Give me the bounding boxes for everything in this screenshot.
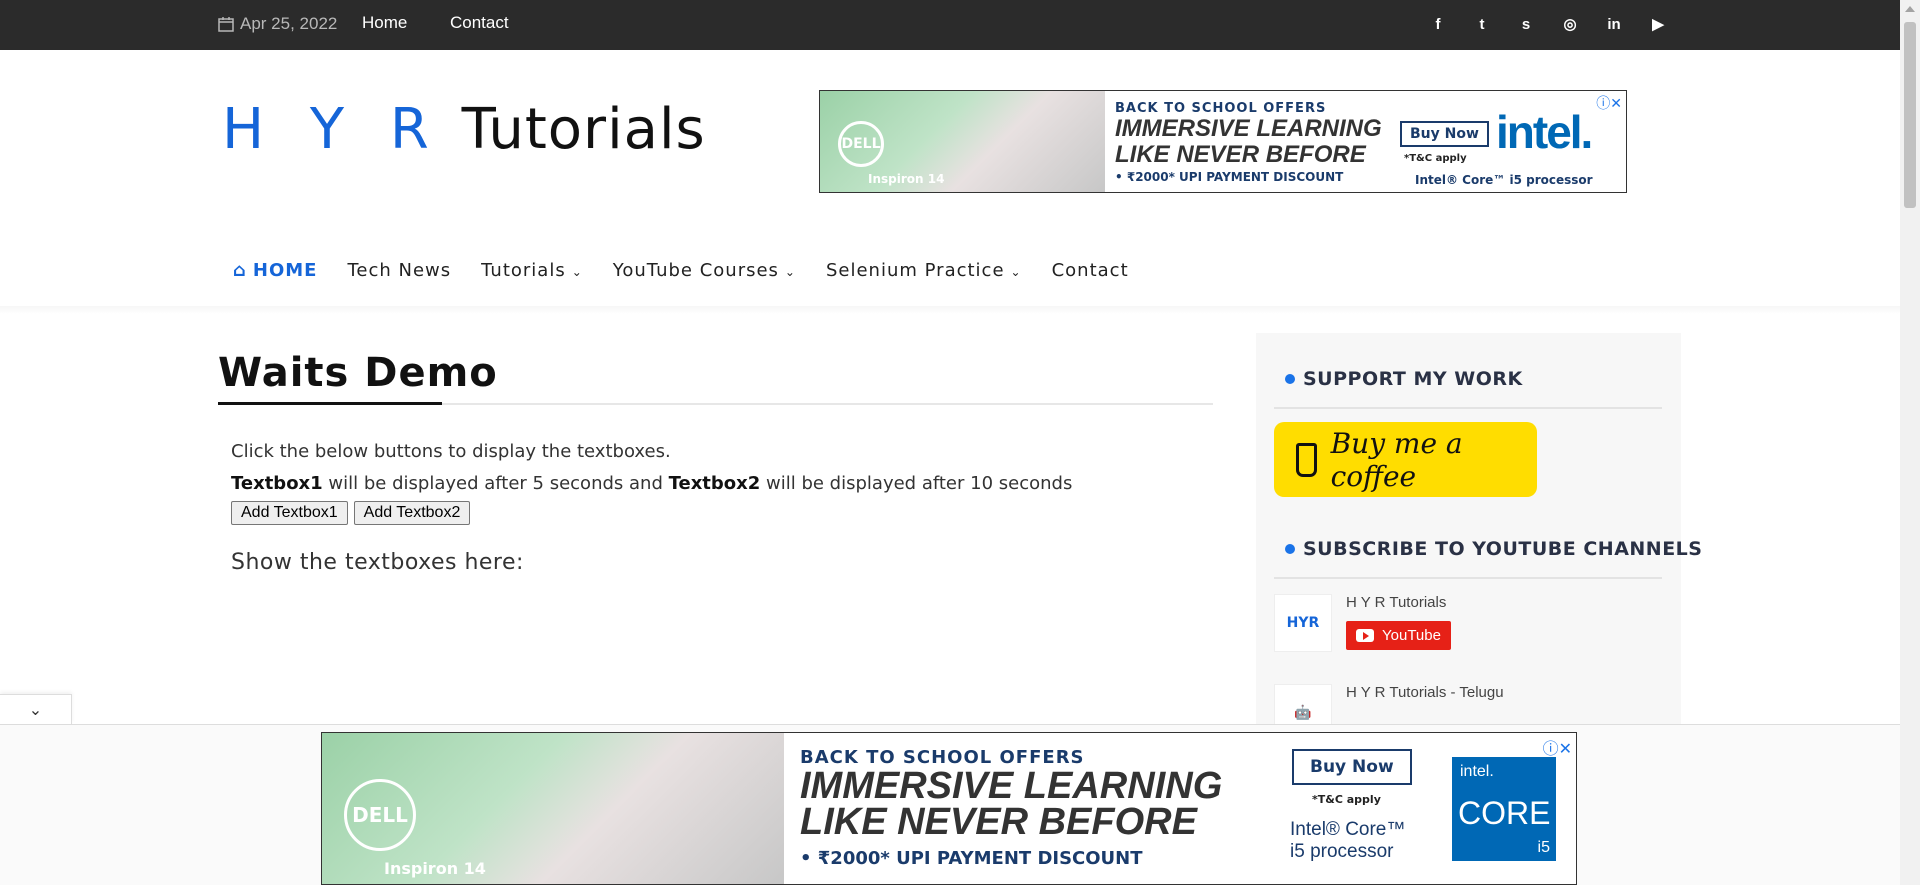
calendar-icon: [218, 17, 234, 32]
youtube-play-icon: [1356, 629, 1374, 642]
facebook-icon[interactable]: f: [1428, 14, 1448, 34]
buy-me-coffee-button[interactable]: Buy me a coffee: [1274, 422, 1537, 497]
ad-discount: • ₹2000* UPI PAYMENT DISCOUNT: [800, 848, 1143, 869]
top-link-home[interactable]: Home: [362, 13, 407, 33]
nav-youtube-courses[interactable]: YouTube Courses ⌄: [613, 260, 796, 281]
linkedin-icon[interactable]: in: [1604, 14, 1624, 34]
ad-headline-2: LIKE NEVER BEFORE: [800, 801, 1197, 843]
intel-core-logo: intel. CORE i5: [1452, 757, 1556, 861]
logo-tutorials: Tutorials: [461, 97, 706, 162]
channel-name[interactable]: H Y R Tutorials: [1346, 594, 1451, 611]
intel-logo: intel.: [1496, 106, 1593, 158]
ad-close-icon[interactable]: ⓘ✕: [1596, 93, 1622, 113]
top-bar: Apr 25, 2022 Home Contact f t s ◎ in ▶: [0, 0, 1900, 50]
scroll-up-arrow[interactable]: [1905, 6, 1915, 12]
ad-product-image: DELL Inspiron 14: [322, 733, 784, 884]
instructions: Click the below buttons to display the t…: [231, 436, 1072, 500]
home-icon: ⌂: [233, 260, 247, 281]
intro-text: Click the below buttons to display the t…: [231, 441, 671, 462]
twitter-icon[interactable]: t: [1472, 14, 1492, 34]
top-link-contact[interactable]: Contact: [450, 13, 509, 33]
chevron-down-icon: ⌄: [28, 700, 43, 719]
ad-buy-now-button[interactable]: Buy Now: [1400, 121, 1489, 147]
subscribe-heading: SUBSCRIBE TO YOUTUBE CHANNELS: [1285, 538, 1702, 560]
site-logo[interactable]: H Y R Tutorials: [222, 98, 706, 162]
nav-tech-news[interactable]: Tech News: [347, 260, 451, 281]
textbox-area-label: Show the textboxes here:: [231, 550, 524, 575]
add-textbox1-button[interactable]: Add Textbox1: [231, 501, 348, 525]
ad-processor: Intel® Core™ i5 processor: [1415, 173, 1593, 187]
social-links: f t s ◎ in ▶: [1428, 14, 1668, 34]
scrollbar[interactable]: [1900, 0, 1920, 885]
ad-product-caption: Inspiron 14: [384, 859, 486, 878]
add-textbox2-button[interactable]: Add Textbox2: [353, 501, 471, 525]
timing-text: Textbox1 will be displayed after 5 secon…: [231, 473, 1073, 494]
ad-processor: Intel® Core™ i5 processor: [1290, 819, 1406, 862]
ad-close-icon[interactable]: ⓘ✕: [1543, 735, 1572, 759]
page-title: Waits Demo: [218, 350, 498, 396]
channel-row: HYR H Y R Tutorials YouTube: [1274, 594, 1451, 652]
collapse-ad-button[interactable]: ⌄: [0, 694, 72, 724]
header-divider: [0, 306, 1900, 314]
button-group: Add Textbox1 Add Textbox2: [231, 501, 471, 525]
chevron-down-icon: ⌄: [571, 264, 583, 279]
chevron-down-icon: ⌄: [784, 264, 796, 279]
bottom-ad-banner[interactable]: DELL Inspiron 14 BACK TO SCHOOL OFFERS I…: [321, 732, 1577, 885]
instagram-icon[interactable]: ◎: [1560, 14, 1580, 34]
channel-avatar[interactable]: HYR: [1274, 594, 1332, 652]
youtube-icon[interactable]: ▶: [1648, 14, 1668, 34]
ad-headline-1: IMMERSIVE LEARNING: [800, 765, 1223, 807]
bullet-icon: [1285, 374, 1295, 384]
youtube-subscribe-button[interactable]: YouTube: [1346, 621, 1451, 650]
date-display: Apr 25, 2022: [218, 14, 337, 34]
skype-icon[interactable]: s: [1516, 14, 1536, 34]
support-heading: SUPPORT MY WORK: [1285, 368, 1523, 390]
top-ad-banner[interactable]: DELL Inspiron 14 BACK TO SCHOOL OFFERS I…: [819, 90, 1627, 193]
title-underline: [218, 402, 442, 405]
dell-logo: DELL: [838, 121, 884, 167]
sidebar: [1256, 333, 1681, 733]
main-nav: ⌂ HOME Tech News Tutorials ⌄ YouTube Cour…: [233, 260, 1159, 281]
nav-tutorials[interactable]: Tutorials ⌄: [481, 260, 583, 281]
bullet-icon: [1285, 544, 1295, 554]
ad-buy-now-button[interactable]: Buy Now: [1292, 749, 1412, 785]
dell-logo: DELL: [344, 779, 416, 851]
nav-home[interactable]: ⌂ HOME: [233, 260, 317, 281]
channel-name[interactable]: H Y R Tutorials - Telugu: [1346, 684, 1504, 701]
coffee-cup-icon: [1296, 442, 1317, 477]
ad-product-caption: Inspiron 14: [868, 172, 945, 186]
ad-terms: *T&C apply: [1312, 793, 1381, 806]
support-divider: [1274, 407, 1662, 409]
chevron-down-icon: ⌄: [1010, 264, 1022, 279]
ad-product-image: DELL Inspiron 14: [820, 91, 1105, 192]
nav-selenium-practice[interactable]: Selenium Practice ⌄: [826, 260, 1022, 281]
scrollbar-thumb[interactable]: [1904, 22, 1916, 208]
ad-terms: *T&C apply: [1404, 153, 1467, 164]
subscribe-divider: [1274, 577, 1662, 579]
logo-hyr: H Y R: [222, 97, 443, 162]
nav-contact[interactable]: Contact: [1052, 260, 1129, 281]
